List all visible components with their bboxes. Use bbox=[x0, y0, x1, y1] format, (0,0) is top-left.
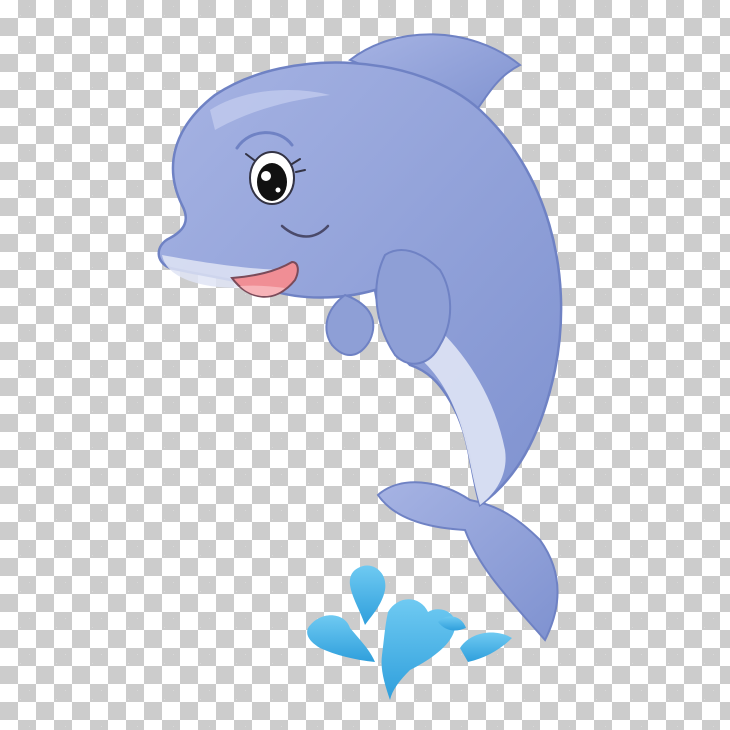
eye-highlight-small bbox=[275, 187, 281, 193]
pectoral-fin-left bbox=[325, 293, 375, 356]
eye-highlight bbox=[261, 171, 271, 181]
image-canvas bbox=[0, 0, 730, 730]
dolphin-pupil bbox=[257, 163, 287, 201]
splash-drop-right bbox=[460, 632, 512, 662]
dolphin-illustration bbox=[157, 33, 563, 700]
water-splash bbox=[307, 565, 512, 700]
splash-center bbox=[381, 599, 456, 700]
splash-drop-top bbox=[349, 565, 386, 625]
